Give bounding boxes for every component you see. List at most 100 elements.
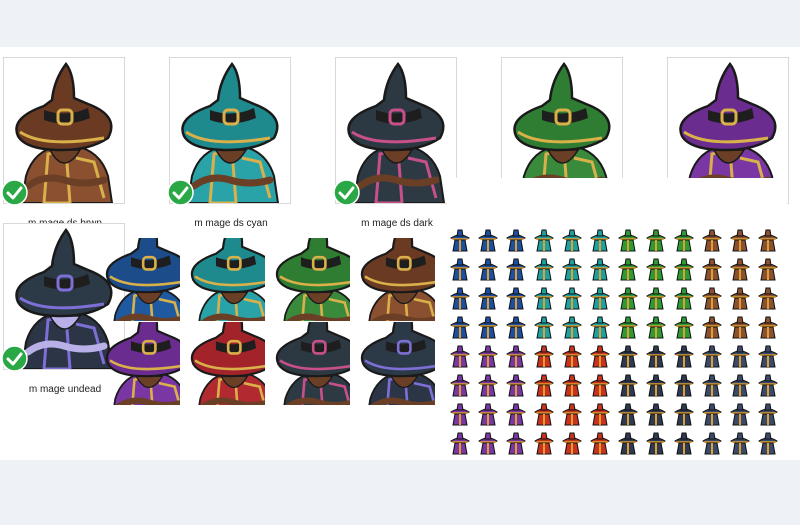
sprite-frame bbox=[534, 403, 554, 426]
sprite-frame bbox=[730, 432, 750, 455]
sprite-frame bbox=[730, 316, 750, 339]
sprite-frame bbox=[674, 345, 694, 368]
sprite-frame bbox=[562, 345, 582, 368]
file-name-label: m mage ds cyan bbox=[194, 218, 268, 229]
crop-variant-image bbox=[180, 322, 265, 405]
sprite-frame bbox=[674, 374, 694, 397]
sprite-frame bbox=[702, 287, 722, 310]
sprite-frame bbox=[562, 287, 582, 310]
sprite-frame bbox=[618, 403, 638, 426]
sprite-frame bbox=[590, 258, 610, 281]
sprite-frame bbox=[450, 258, 470, 281]
sprite-frame bbox=[702, 403, 722, 426]
sprite-frame bbox=[646, 432, 666, 455]
sprite-frame bbox=[590, 287, 610, 310]
sprite-frame bbox=[758, 345, 778, 368]
sprite-frame bbox=[702, 374, 722, 397]
sprite-frame bbox=[674, 229, 694, 252]
sprite-frame bbox=[506, 316, 526, 339]
sprite-frame bbox=[618, 258, 638, 281]
sprite-frame bbox=[618, 345, 638, 368]
sprite-frame bbox=[758, 432, 778, 455]
sprite-frame bbox=[646, 345, 666, 368]
sprite-frame bbox=[506, 345, 526, 368]
sprite-frame bbox=[730, 374, 750, 397]
sprite-frame bbox=[506, 287, 526, 310]
sprite-frame bbox=[646, 258, 666, 281]
sprite-frame bbox=[478, 229, 498, 252]
sprite-frame bbox=[590, 229, 610, 252]
sprite-frame bbox=[562, 258, 582, 281]
sprite-frame bbox=[758, 374, 778, 397]
sprite-frame bbox=[450, 374, 470, 397]
sprite-frame bbox=[646, 316, 666, 339]
sprite-frame bbox=[646, 287, 666, 310]
sprite-frame bbox=[590, 403, 610, 426]
sprite-frame bbox=[618, 432, 638, 455]
sprite-frame bbox=[506, 258, 526, 281]
sprite-frame bbox=[758, 287, 778, 310]
crop-variant-image bbox=[265, 238, 350, 321]
sprite-frame bbox=[478, 374, 498, 397]
sprite-frame bbox=[646, 229, 666, 252]
sprite-frame bbox=[730, 403, 750, 426]
sprite-frame bbox=[702, 258, 722, 281]
sprite-frame bbox=[730, 258, 750, 281]
sprite-frame bbox=[450, 287, 470, 310]
crop-variant-image bbox=[265, 322, 350, 405]
sprite-frame bbox=[450, 345, 470, 368]
crop-variant-image bbox=[95, 322, 180, 405]
sprite-frame bbox=[534, 229, 554, 252]
sprite-frame bbox=[758, 403, 778, 426]
sprite-frame bbox=[562, 229, 582, 252]
sync-status-check-icon bbox=[167, 179, 194, 206]
sprite-frame bbox=[562, 374, 582, 397]
sync-status-check-icon bbox=[1, 345, 28, 372]
sprite-frame bbox=[730, 287, 750, 310]
sprite-frame bbox=[478, 258, 498, 281]
sprite-frame bbox=[506, 432, 526, 455]
crop-variant-image bbox=[350, 322, 435, 405]
sprite-frame bbox=[590, 432, 610, 455]
sprite-frame bbox=[702, 316, 722, 339]
sprite-frame bbox=[618, 229, 638, 252]
preview-crop-sheet bbox=[95, 238, 435, 405]
sprite-frame bbox=[506, 229, 526, 252]
sprite-frame bbox=[702, 432, 722, 455]
sprite-frame bbox=[702, 345, 722, 368]
sprite-frame bbox=[478, 432, 498, 455]
crop-variant-image bbox=[180, 238, 265, 321]
sprite-frame bbox=[534, 287, 554, 310]
sprite-frame bbox=[618, 374, 638, 397]
crop-variant-image bbox=[95, 238, 180, 321]
sprite-sheet-preview bbox=[447, 178, 787, 455]
sprite-frame bbox=[730, 229, 750, 252]
sprite-frame bbox=[758, 316, 778, 339]
sprite-frame bbox=[450, 229, 470, 252]
sprite-frame bbox=[478, 345, 498, 368]
sprite-frame bbox=[590, 345, 610, 368]
sprite-frame bbox=[590, 316, 610, 339]
sprite-frame bbox=[562, 403, 582, 426]
sprite-frame bbox=[534, 432, 554, 455]
sprite-frame bbox=[646, 374, 666, 397]
sprite-frame bbox=[674, 316, 694, 339]
crop-variant-image bbox=[350, 238, 435, 321]
sprite-frame bbox=[674, 403, 694, 426]
sprite-frame bbox=[478, 316, 498, 339]
sprite-frame bbox=[730, 345, 750, 368]
sprite-frame bbox=[646, 403, 666, 426]
sprite-frame bbox=[506, 403, 526, 426]
sprite-frame bbox=[450, 403, 470, 426]
sprite-frame bbox=[534, 258, 554, 281]
sprite-frame bbox=[450, 316, 470, 339]
sprite-frame bbox=[674, 258, 694, 281]
sprite-frame bbox=[590, 374, 610, 397]
sprite-frame bbox=[758, 229, 778, 252]
sprite-frame bbox=[758, 258, 778, 281]
sprite-frame bbox=[674, 287, 694, 310]
sprite-frame bbox=[478, 287, 498, 310]
sprite-frame bbox=[562, 316, 582, 339]
sync-status-check-icon bbox=[333, 179, 360, 206]
sprite-frame bbox=[506, 374, 526, 397]
